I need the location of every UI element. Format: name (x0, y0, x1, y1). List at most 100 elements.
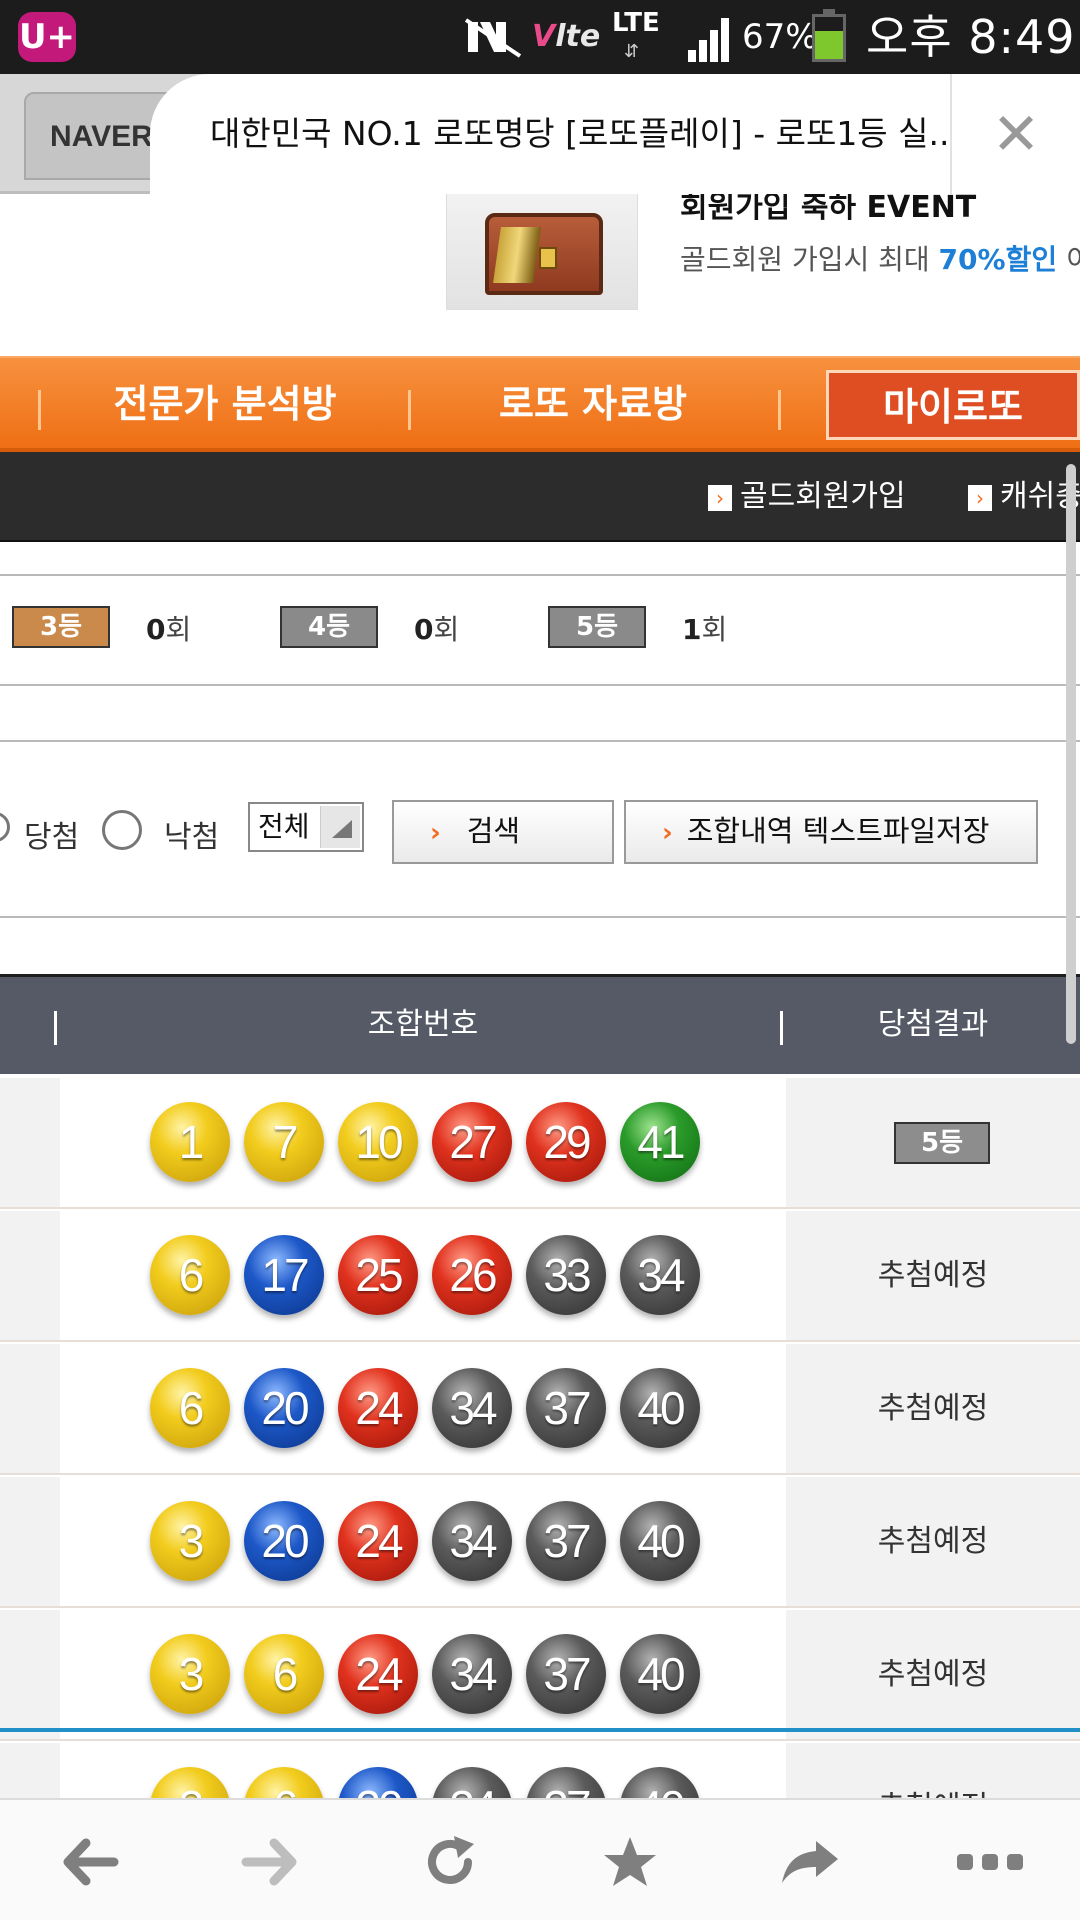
rank-count-4-value: 0 (414, 613, 434, 646)
divider (0, 574, 1080, 576)
banner-title[interactable]: 회원가입 축하 EVENT (680, 194, 976, 226)
result-cell: 추첨예정 (786, 1477, 1080, 1606)
result-status: 추첨예정 (877, 1524, 989, 1559)
more-icon[interactable] (900, 1800, 1080, 1920)
reload-icon[interactable] (360, 1800, 540, 1920)
cash-charge-link[interactable]: › 캐쉬충 (968, 452, 1080, 542)
banner-text-before: 골드회원 가입시 최대 (680, 243, 939, 276)
nav-item-lotto-data[interactable]: 로또 자료방 (430, 358, 756, 450)
status-bar: U+ Vlte LTE ⇵ 67% 오후 8:49 (0, 0, 1080, 74)
lotto-ball: 40 (620, 1634, 700, 1714)
lotto-ball: 6 (244, 1767, 324, 1798)
divider (0, 684, 1080, 686)
lotto-ball: 26 (432, 1235, 512, 1315)
result-filter-select[interactable]: 전체 (248, 802, 364, 852)
save-text-file-label: 조합내역 텍스트파일저장 (686, 814, 990, 848)
lotto-balls: 36 20 34 37 40 (150, 1767, 714, 1798)
lotto-ball: 24 (338, 1634, 418, 1714)
result-cell: 추첨예정 (786, 1610, 1080, 1739)
sub-nav: › 골드회원가입 › 캐쉬충 (0, 452, 1080, 542)
lotto-ball: 40 (620, 1767, 700, 1798)
rank-count-unit: 회 (701, 613, 728, 646)
arrow-right-icon: › (968, 484, 992, 511)
lotto-balls: 3 20 24 34 37 40 (150, 1501, 714, 1581)
radio-won-label: 당첨 (24, 820, 80, 855)
rank-badge-4: 4등 (280, 606, 378, 648)
volte-indicator: Vlte (532, 0, 600, 74)
lotto-ball: 6 (244, 1634, 324, 1714)
radio-won[interactable] (0, 812, 10, 842)
result-status: 추첨예정 (877, 1391, 989, 1426)
chevron-right-icon: › (430, 818, 441, 848)
share-icon[interactable] (720, 1800, 900, 1920)
tab-title: 대한민국 NO.1 로또명당 [로또플레이] - 로또1등 실... (210, 114, 950, 153)
signal-strength-icon (686, 14, 736, 64)
radio-lost[interactable] (102, 810, 142, 850)
chevron-right-icon: › (662, 818, 673, 848)
lotto-ball: 20 (338, 1767, 418, 1798)
header-result: 당첨결과 (877, 1007, 989, 1042)
nav-item-my-lotto[interactable]: 마이로또 (826, 370, 1080, 440)
lotto-ball: 17 (244, 1235, 324, 1315)
result-cell: 추첨예정 (786, 1344, 1080, 1473)
carrier-logo-icon: U+ (18, 12, 76, 62)
clock: 오후 8:49 (866, 10, 1076, 64)
data-activity-icon: ⇵ (624, 41, 640, 62)
nav-divider (38, 390, 41, 430)
header-divider (780, 1011, 783, 1045)
save-text-file-button[interactable]: › 조합내역 텍스트파일저장 (624, 800, 1038, 864)
header-combination: 조합번호 (367, 1007, 479, 1042)
gold-member-link[interactable]: › 골드회원가입 (708, 452, 906, 542)
star-icon[interactable] (540, 1800, 720, 1920)
close-icon[interactable]: ✕ (950, 74, 1080, 194)
lotto-ball: 37 (526, 1501, 606, 1581)
search-button[interactable]: › 검색 (392, 800, 614, 864)
nav-item-expert-analysis[interactable]: 전문가 분석방 (60, 358, 390, 450)
lotto-ball: 34 (432, 1767, 512, 1798)
table-row: 6 20 24 34 37 40 추첨예정 (0, 1344, 1080, 1475)
lotto-ball: 3 (150, 1634, 230, 1714)
table-row: 3 20 24 34 37 40 추첨예정 (0, 1477, 1080, 1608)
combination-cell: 36 20 34 37 40 (60, 1743, 786, 1798)
nav-divider (778, 390, 781, 430)
lotto-ball: 33 (526, 1235, 606, 1315)
lotto-ball: 37 (526, 1767, 606, 1798)
rank-count-5: 1회 (682, 608, 727, 648)
section-divider (0, 1728, 1080, 1732)
back-arrow-icon[interactable] (0, 1800, 180, 1920)
rank-count-unit: 회 (165, 613, 192, 646)
banner-text[interactable]: 골드회원 가입시 최대 70%할인 이 (680, 238, 1080, 278)
dropdown-arrow-icon (320, 806, 360, 848)
lotto-ball: 34 (432, 1368, 512, 1448)
lotto-ball: 34 (432, 1501, 512, 1581)
divider (0, 916, 1080, 918)
lotto-ball: 40 (620, 1501, 700, 1581)
combination-cell: 3 20 24 34 37 40 (60, 1477, 786, 1606)
rank-count-5-value: 1 (682, 613, 702, 646)
rank-count-unit: 회 (433, 613, 460, 646)
lotto-ball: 37 (526, 1368, 606, 1448)
lotto-ball: 3 (150, 1767, 230, 1798)
radio-lost-label: 낙첨 (164, 820, 220, 855)
result-status: 추첨예정 (877, 1657, 989, 1692)
treasure-chest-icon[interactable] (446, 194, 638, 310)
result-cell: 추첨예정 (786, 1211, 1080, 1340)
result-rank-badge: 5등 (894, 1122, 990, 1164)
lotto-ball: 24 (338, 1501, 418, 1581)
lotto-ball: 20 (244, 1501, 324, 1581)
lotto-ball: 20 (244, 1368, 324, 1448)
table-row: 6 17 25 26 33 34 추첨예정 (0, 1211, 1080, 1342)
scrollbar[interactable] (1066, 464, 1076, 1044)
result-status: 추첨예정 (877, 1258, 989, 1293)
header-divider (54, 1011, 57, 1045)
select-value: 전체 (258, 810, 310, 843)
forward-arrow-icon[interactable] (180, 1800, 360, 1920)
result-cell: 5등 (786, 1078, 1080, 1207)
web-page: 회원가입 축하 EVENT 골드회원 가입시 최대 70%할인 이 전문가 분석… (0, 194, 1080, 1798)
lotto-ball: 7 (244, 1102, 324, 1182)
lotto-ball: 6 (150, 1235, 230, 1315)
table-row: 3 6 24 34 37 40 추첨예정 (0, 1610, 1080, 1741)
lotto-ball: 37 (526, 1634, 606, 1714)
battery-percent: 67% (742, 17, 818, 57)
combination-cell: 6 20 24 34 37 40 (60, 1344, 786, 1473)
